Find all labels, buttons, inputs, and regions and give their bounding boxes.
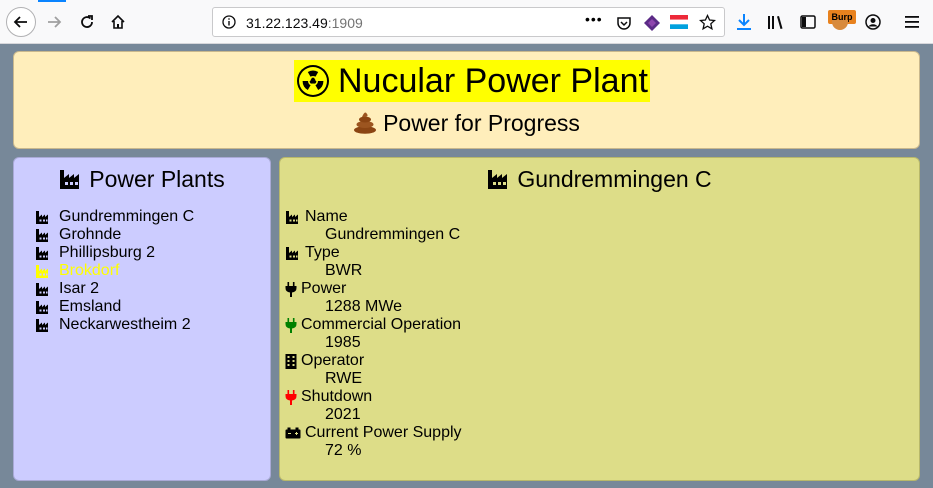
field-label-power: Power	[285, 280, 462, 298]
plant-detail-panel: Gundremmingen C Name Gundremmingen C Typ…	[279, 157, 920, 481]
plant-list-item[interactable]: Gundremmingen C	[35, 208, 194, 226]
field-label-name: Name	[285, 208, 462, 226]
industry-icon	[286, 247, 298, 260]
radioactive-icon	[297, 65, 329, 97]
forward-arrow-icon	[48, 16, 62, 28]
industry-icon	[60, 170, 80, 189]
plug-icon	[285, 389, 297, 405]
plant-name: Isar 2	[59, 280, 100, 297]
back-arrow-icon	[13, 16, 27, 28]
industry-icon	[36, 229, 48, 242]
building-icon	[285, 353, 297, 369]
field-label-shutdown: Shutdown	[285, 388, 462, 406]
plant-list-item[interactable]: Grohnde	[35, 226, 194, 244]
back-button[interactable]	[6, 7, 36, 37]
flag-icon[interactable]	[670, 15, 688, 29]
industry-icon	[36, 319, 48, 332]
burp-fox-icon	[832, 20, 848, 30]
field-label-current-power-supply: Current Power Supply	[285, 424, 462, 442]
reload-icon	[81, 15, 93, 28]
plant-list-item[interactable]: Emsland	[35, 298, 194, 316]
field-label-text: Current Power Supply	[305, 424, 462, 441]
plant-name: Neckarwestheim 2	[59, 316, 191, 333]
plant-detail-heading: Gundremmingen C	[517, 166, 712, 192]
plug-icon	[285, 281, 297, 297]
power-plants-panel: Power Plants Gundremmingen C Grohnde Phi…	[13, 157, 271, 481]
sidebar-icon	[800, 15, 816, 29]
industry-icon	[36, 211, 48, 224]
field-value-name: Gundremmingen C	[325, 226, 461, 243]
field-label-text: Commercial Operation	[301, 316, 462, 333]
industry-icon	[36, 301, 48, 314]
battery-icon	[285, 427, 301, 439]
home-icon	[111, 14, 125, 29]
industry-icon	[36, 283, 48, 296]
field-value-current-power-supply: 72 %	[325, 442, 362, 459]
field-label-text: Power	[301, 280, 347, 297]
field-value-shutdown: 2021	[325, 406, 361, 423]
tab-indicator	[38, 0, 66, 2]
url-text[interactable]: 31.22.123.49:1909	[246, 15, 363, 31]
field-label-operator: Operator	[285, 352, 462, 370]
field-value-power: 1288 MWe	[325, 298, 403, 315]
plant-name: Emsland	[59, 298, 122, 315]
poo-icon	[354, 112, 377, 134]
url-bar[interactable]: 31.22.123.49:1909 •••	[212, 7, 725, 37]
field-label-text: Operator	[301, 352, 365, 369]
download-icon	[737, 14, 751, 30]
plant-detail-heading-wrapper: Gundremmingen C	[280, 166, 919, 193]
extension-purple-icon[interactable]	[643, 14, 661, 32]
menu-button[interactable]	[898, 8, 926, 36]
field-label-text: Shutdown	[301, 388, 373, 405]
reload-button[interactable]	[73, 8, 101, 36]
browser-toolbar: 31.22.123.49:1909 ••• Burp	[0, 0, 933, 44]
bookmark-star-icon[interactable]	[699, 14, 716, 31]
power-plants-heading: Power Plants	[89, 166, 225, 192]
plant-name: Brokdorf	[59, 262, 120, 279]
industry-icon	[286, 211, 298, 224]
account-icon	[865, 14, 881, 30]
field-label-type: Type	[285, 244, 462, 262]
field-label-commercial-operation: Commercial Operation	[285, 316, 462, 334]
pocket-icon[interactable]	[616, 15, 632, 31]
url-port: :1909	[327, 15, 363, 31]
sidebar-toggle-button[interactable]	[794, 8, 822, 36]
plant-list-item-active[interactable]: Brokdorf	[35, 262, 194, 280]
account-button[interactable]	[859, 8, 887, 36]
site-subtitle-wrapper: Power for Progress	[14, 110, 919, 137]
plant-detail-fields: Name Gundremmingen C Type BWR Power 1288…	[285, 208, 462, 460]
industry-icon	[488, 170, 508, 189]
site-header: Nucular Power Plant Power for Progress	[13, 51, 920, 149]
site-title-wrapper: Nucular Power Plant	[294, 60, 650, 102]
industry-icon	[36, 247, 48, 260]
plant-list-item[interactable]: Neckarwestheim 2	[35, 316, 194, 334]
plant-list-item[interactable]: Phillipsburg 2	[35, 244, 194, 262]
url-host: 31.22.123.49	[246, 15, 328, 31]
plant-name: Gundremmingen C	[59, 208, 195, 225]
field-value-type: BWR	[325, 262, 363, 279]
plant-list: Gundremmingen C Grohnde Phillipsburg 2 B…	[35, 208, 194, 334]
site-subtitle: Power for Progress	[383, 110, 580, 136]
plug-icon	[285, 317, 297, 333]
power-plants-heading-wrapper: Power Plants	[14, 166, 270, 193]
downloads-button[interactable]	[730, 8, 758, 36]
hamburger-menu-icon	[905, 16, 919, 28]
library-button[interactable]	[762, 8, 790, 36]
forward-button[interactable]	[40, 8, 68, 36]
field-value-commercial-operation: 1985	[325, 334, 361, 351]
page-actions-button[interactable]: •••	[585, 11, 603, 27]
field-value-operator: RWE	[325, 370, 363, 387]
home-button[interactable]	[104, 8, 132, 36]
site-title: Nucular Power Plant	[338, 62, 648, 100]
plant-name: Phillipsburg 2	[59, 244, 156, 261]
field-label-text: Type	[305, 244, 340, 261]
library-icon	[768, 16, 783, 29]
info-icon[interactable]	[222, 15, 236, 29]
industry-icon	[36, 265, 48, 278]
plant-list-item[interactable]: Isar 2	[35, 280, 194, 298]
plant-name: Grohnde	[59, 226, 122, 243]
field-label-text: Name	[305, 208, 348, 225]
